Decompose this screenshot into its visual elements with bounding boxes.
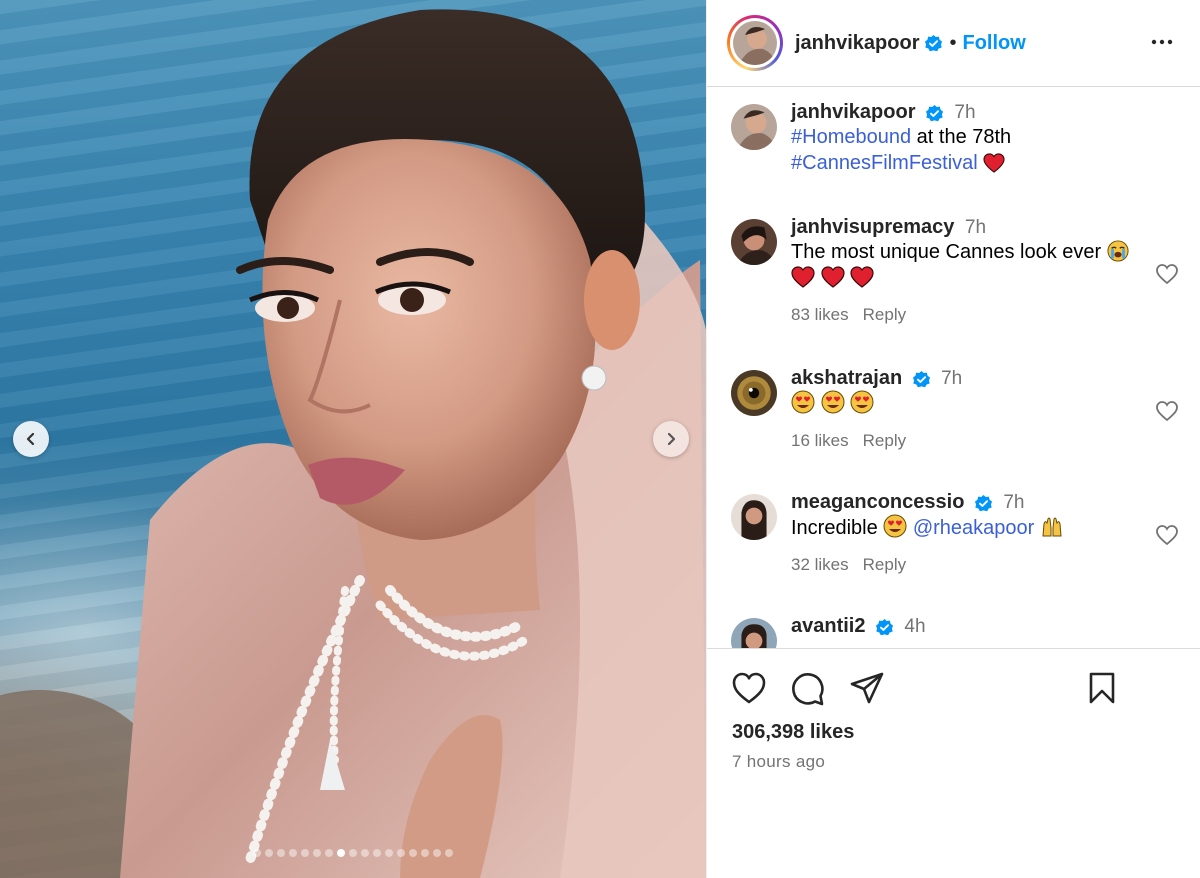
slide-dot (337, 849, 345, 857)
comment-username[interactable]: avantii2 (791, 615, 865, 637)
heart-eyes-emoji-icon (791, 390, 815, 414)
comments-list[interactable]: janhvikapoor 7h #Homebound at the 78th #… (707, 88, 1200, 648)
red-heart-emoji-icon (983, 153, 1005, 173)
separator-dot: • (949, 31, 957, 54)
verified-badge-icon (912, 371, 930, 388)
slide-dot (409, 849, 417, 857)
slide-dot (301, 849, 309, 857)
comment-text: The most unique Cannes look ever (791, 241, 1102, 263)
heart-eyes-emoji-icon (821, 390, 845, 414)
next-slide-button[interactable] (653, 421, 689, 457)
slide-dot (385, 849, 393, 857)
comment-username[interactable]: akshatrajan (791, 367, 902, 389)
comment-time: 7h (964, 217, 987, 238)
avatar[interactable] (731, 104, 777, 150)
avatar[interactable] (731, 618, 777, 648)
like-comment-heart-icon[interactable] (1155, 400, 1179, 422)
post-details-panel: janhvikapoor • Follow janhvikapoor 7h #H… (706, 0, 1200, 878)
follow-button[interactable]: Follow (963, 32, 1026, 55)
comment-username[interactable]: meaganconcessio (791, 491, 964, 513)
chevron-right-icon (667, 432, 676, 446)
like-comment-heart-icon[interactable] (1155, 263, 1179, 285)
comment-likes[interactable]: 83 likes (791, 305, 849, 324)
avatar[interactable] (731, 494, 777, 540)
heart-eyes-emoji-icon (850, 390, 874, 414)
story-ring[interactable] (727, 15, 783, 71)
more-options-icon[interactable] (1150, 30, 1174, 54)
comment-emoji-line (791, 265, 1141, 291)
slide-dot (313, 849, 321, 857)
slide-dot (445, 849, 453, 857)
comment-text: Incredible (791, 517, 878, 539)
raising-hands-emoji-icon (1042, 517, 1062, 537)
slide-indicator (0, 849, 706, 857)
verified-badge-icon (974, 495, 992, 512)
avatar[interactable] (731, 219, 777, 265)
like-comment-heart-icon[interactable] (1155, 524, 1179, 546)
post-time-ago: 7 hours ago (732, 752, 826, 771)
post-actions: 306,398 likes 7 hours ago (707, 648, 1200, 878)
comment-time: 7h (941, 368, 963, 389)
comment-likes[interactable]: 32 likes (791, 555, 849, 574)
post-photo (0, 9, 706, 878)
previous-slide-button[interactable] (13, 421, 49, 457)
bookmark-icon[interactable] (1087, 671, 1117, 705)
slide-dot (253, 849, 261, 857)
comment-icon[interactable] (790, 671, 826, 707)
reply-button[interactable]: Reply (863, 305, 906, 324)
slide-dot (433, 849, 441, 857)
red-heart-emoji-icon (791, 266, 815, 288)
slide-dot (397, 849, 405, 857)
verified-badge-icon (875, 619, 893, 636)
avatar[interactable] (731, 370, 777, 416)
slide-dot (349, 849, 357, 857)
slide-dot (265, 849, 273, 857)
verified-badge-icon (925, 34, 943, 51)
comment-time: 4h (904, 616, 926, 637)
caption-time: 7h (954, 102, 976, 123)
share-icon[interactable] (849, 671, 885, 705)
post-author-username[interactable]: janhvikapoor (795, 32, 919, 55)
post-header: janhvikapoor • Follow (707, 0, 1200, 87)
heart-eyes-emoji-icon (883, 514, 907, 538)
comment-username[interactable]: janhvisupremacy (791, 216, 954, 238)
red-heart-emoji-icon (850, 266, 874, 288)
caption-username[interactable]: janhvikapoor (791, 101, 915, 123)
avatar (733, 21, 777, 65)
verified-badge-icon (925, 105, 943, 122)
mention-link[interactable]: @rheakapoor (913, 517, 1034, 539)
chevron-left-icon (26, 432, 35, 446)
likes-count[interactable]: 306,398 likes (732, 721, 854, 744)
comment-time: 7h (1003, 492, 1025, 513)
slide-dot (421, 849, 429, 857)
slide-dot (325, 849, 333, 857)
hashtag-link[interactable]: #Homebound (791, 126, 911, 148)
caption-text: at the 78th (911, 126, 1012, 148)
comment-emoji-line (791, 390, 1141, 417)
comment-likes[interactable]: 16 likes (791, 431, 849, 450)
slide-dot (277, 849, 285, 857)
slide-dot (373, 849, 381, 857)
reply-button[interactable]: Reply (863, 555, 906, 574)
slide-dot (361, 849, 369, 857)
reply-button[interactable]: Reply (863, 431, 906, 450)
crying-face-emoji-icon (1107, 240, 1129, 262)
hashtag-link[interactable]: #CannesFilmFestival (791, 152, 978, 174)
heart-icon[interactable] (731, 671, 767, 705)
post-media[interactable] (0, 0, 706, 878)
red-heart-emoji-icon (820, 266, 845, 288)
slide-dot (289, 849, 297, 857)
